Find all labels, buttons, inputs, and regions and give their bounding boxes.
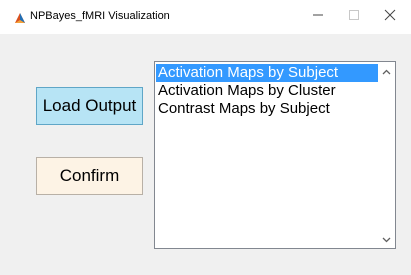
chevron-up-icon: [382, 62, 391, 80]
maximize-button[interactable]: [334, 4, 374, 30]
load-output-button[interactable]: Load Output: [36, 87, 143, 125]
window-title: NPBayes_fMRI Visualization: [30, 10, 170, 22]
matlab-figure-icon: [14, 11, 26, 23]
listbox-items: Activation Maps by Subject Activation Ma…: [156, 64, 378, 118]
list-item-activation-subject[interactable]: Activation Maps by Subject: [156, 64, 378, 82]
app-window: NPBayes_fMRI Visualization Load Output C…: [0, 0, 411, 275]
vertical-scrollbar[interactable]: [378, 62, 395, 248]
list-item-contrast-subject[interactable]: Contrast Maps by Subject: [156, 100, 378, 118]
minimize-button[interactable]: [298, 4, 338, 30]
scroll-down-button[interactable]: [378, 232, 395, 246]
close-button[interactable]: [370, 4, 410, 30]
map-type-listbox[interactable]: Activation Maps by Subject Activation Ma…: [154, 61, 396, 249]
scroll-up-button[interactable]: [378, 64, 395, 78]
maximize-icon: [348, 8, 360, 26]
title-bar[interactable]: NPBayes_fMRI Visualization: [0, 0, 411, 34]
minimize-icon: [312, 8, 324, 26]
confirm-button[interactable]: Confirm: [36, 157, 143, 195]
list-item-activation-cluster[interactable]: Activation Maps by Cluster: [156, 82, 378, 100]
close-icon: [384, 8, 396, 26]
chevron-down-icon: [382, 230, 391, 248]
